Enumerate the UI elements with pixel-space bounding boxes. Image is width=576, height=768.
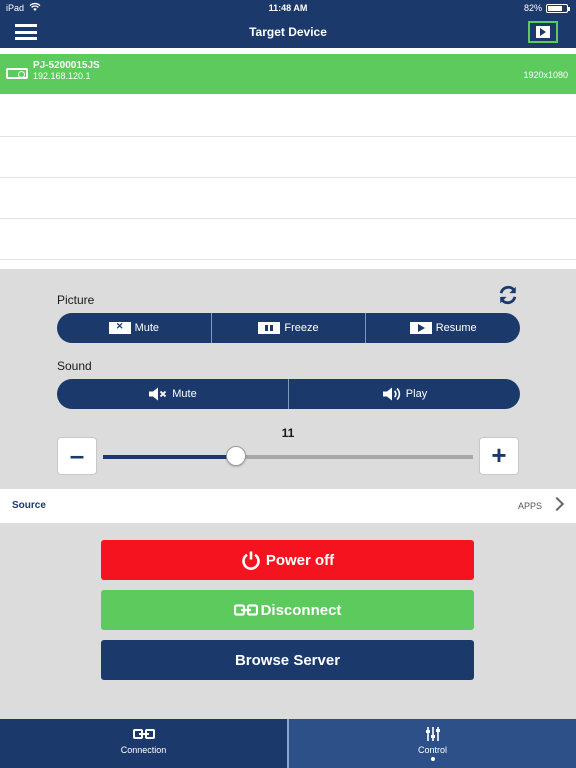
- page-title: Target Device: [249, 25, 327, 39]
- empty-device-slot: [0, 96, 576, 137]
- browse-server-label: Browse Server: [234, 651, 341, 669]
- navigation-bar: Target Device: [0, 16, 576, 48]
- control-panel: Picture Mute Freeze Resume Sound Mute: [0, 269, 576, 489]
- sound-mute-label: Mute: [172, 388, 197, 400]
- freeze-button[interactable]: Freeze: [212, 313, 367, 343]
- status-bar: iPad 11:48 AM 82%: [0, 0, 576, 16]
- menu-icon[interactable]: [15, 24, 37, 40]
- picture-mute-icon: [108, 321, 131, 334]
- empty-device-slot: [0, 178, 576, 219]
- device-resolution: 1920x1080: [523, 70, 568, 80]
- play-icon: [409, 322, 432, 334]
- projector-icon: [6, 68, 28, 79]
- tab-control[interactable]: Control: [289, 719, 576, 768]
- freeze-label: Freeze: [284, 322, 319, 334]
- device-ip: 192.168.120.1: [33, 71, 91, 81]
- picture-controls: Mute Freeze Resume: [57, 313, 520, 343]
- volume-slider-fill: [103, 455, 237, 459]
- cast-play-button[interactable]: [528, 21, 558, 43]
- device-row-selected[interactable]: PJ-5200015JS 192.168.120.1 1920x1080: [0, 54, 576, 94]
- play-screen-icon: [536, 26, 550, 38]
- empty-device-slot: [0, 219, 576, 260]
- source-label: Source: [12, 500, 46, 511]
- empty-device-slot: [0, 137, 576, 178]
- pause-icon: [258, 322, 281, 334]
- sound-label: Sound: [57, 359, 92, 373]
- device-list: PJ-5200015JS 192.168.120.1 1920x1080: [0, 48, 576, 269]
- clock: 11:48 AM: [268, 3, 308, 13]
- volume-up-button[interactable]: +: [479, 437, 519, 475]
- resume-label: Resume: [435, 322, 477, 334]
- picture-mute-button[interactable]: Mute: [57, 313, 212, 343]
- tab-control-label: Control: [417, 745, 447, 755]
- link-icon: [233, 604, 258, 616]
- speaker-mute-icon: [149, 387, 167, 401]
- sound-controls: Mute Play: [57, 379, 520, 409]
- device-name: PJ-5200015JS: [33, 60, 100, 71]
- battery-fill: [548, 6, 563, 11]
- tab-bar: Connection Control: [0, 719, 576, 768]
- tab-connection-label: Connection: [120, 745, 167, 755]
- disconnect-button[interactable]: Disconnect: [101, 590, 474, 630]
- battery-percent: 82%: [523, 3, 542, 13]
- refresh-icon[interactable]: [497, 284, 519, 306]
- active-tab-indicator: [430, 757, 435, 761]
- volume-down-button[interactable]: –: [57, 437, 97, 475]
- chevron-right-icon: [549, 496, 565, 512]
- power-off-label: Power off: [265, 551, 335, 569]
- resume-button[interactable]: Resume: [366, 313, 520, 343]
- sound-play-label: Play: [405, 388, 428, 400]
- picture-label: Picture: [57, 293, 95, 307]
- disconnect-label: Disconnect: [260, 601, 342, 619]
- tab-connection[interactable]: Connection: [0, 719, 289, 768]
- speaker-on-icon: [382, 387, 400, 401]
- connection-icon: [132, 729, 155, 739]
- sliders-icon: [425, 727, 440, 741]
- sound-play-button[interactable]: Play: [289, 379, 520, 409]
- sound-mute-button[interactable]: Mute: [57, 379, 289, 409]
- volume-slider[interactable]: [103, 446, 473, 466]
- picture-mute-label: Mute: [134, 322, 160, 334]
- volume-slider-thumb[interactable]: [226, 446, 247, 466]
- source-row[interactable]: Source APPS: [0, 489, 576, 523]
- power-off-button[interactable]: Power off: [101, 540, 474, 580]
- battery-icon: [546, 4, 570, 13]
- source-value: APPS: [517, 501, 542, 511]
- browse-server-button[interactable]: Browse Server: [101, 640, 474, 680]
- power-icon: [242, 551, 260, 570]
